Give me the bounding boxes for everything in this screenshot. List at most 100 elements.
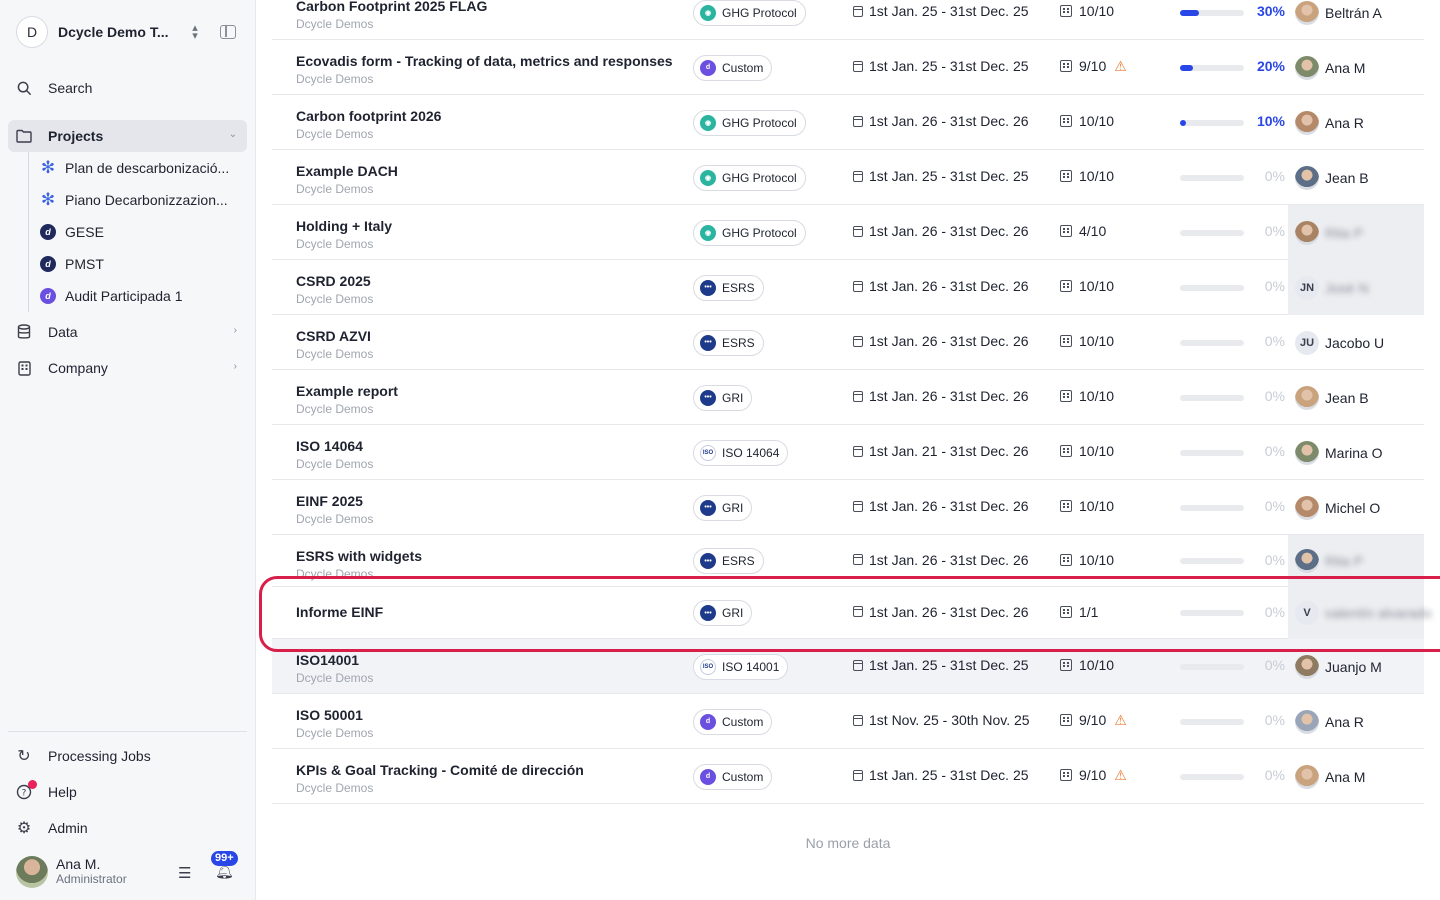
chevron-down-icon[interactable]: ⌄ (229, 129, 237, 140)
snowflake-icon: ✻ (40, 190, 56, 209)
project-name-cell: CSRD 2025 Dcycle Demos (296, 273, 373, 306)
owner-cell[interactable]: Marina O (1288, 425, 1424, 480)
table-row[interactable]: Example DACH Dcycle Demos ◉ GHG Protocol… (272, 150, 1424, 205)
calendar-icon (853, 390, 863, 402)
table-row[interactable]: ISO14001 Dcycle Demos ISO ISO 14001 1st … (272, 639, 1424, 694)
table-row[interactable]: ISO 14064 Dcycle Demos ISO ISO 14064 1st… (272, 425, 1424, 480)
table-row[interactable]: KPIs & Goal Tracking - Comité de direcci… (272, 749, 1424, 804)
project-title[interactable]: Ecovadis form - Tracking of data, metric… (296, 53, 673, 69)
owner-cell[interactable]: Rita P (1288, 205, 1424, 260)
nav-help[interactable]: ? Help (8, 776, 247, 808)
project-item[interactable]: d Audit Participada 1 (40, 280, 246, 312)
progress-fill (1180, 119, 1187, 126)
project-title[interactable]: Example DACH (296, 163, 398, 179)
calendar-icon (853, 115, 863, 127)
owner-cell[interactable]: Ana R (1288, 694, 1424, 749)
project-organization: Dcycle Demos (296, 402, 374, 416)
project-title[interactable]: ESRS with widgets (296, 548, 422, 564)
workspace-avatar: D (16, 16, 48, 48)
owner-avatar (1295, 764, 1319, 789)
period-text: 1st Jan. 25 - 31st Dec. 25 (869, 168, 1029, 184)
progress-percent: 30% (1256, 3, 1285, 19)
nav-projects[interactable]: Projects ⌄ (8, 120, 247, 152)
owner-name: José N (1325, 279, 1369, 296)
table-row[interactable]: Holding + Italy Dcycle Demos ◉ GHG Proto… (272, 205, 1424, 260)
project-item-label: Audit Participada 1 (65, 288, 183, 304)
owner-cell[interactable]: Rita P (1288, 535, 1424, 587)
nav-admin[interactable]: ⚙ Admin (8, 812, 247, 844)
progress-percent: 0% (1264, 278, 1285, 294)
chevron-right-icon[interactable]: › (234, 325, 237, 336)
settings-sliders-icon[interactable]: ☰ (178, 864, 191, 882)
table-row[interactable]: ESRS with widgets Dcycle Demos ••• ESRS … (272, 535, 1424, 587)
owner-cell[interactable]: Ana M (1288, 40, 1424, 95)
table-row[interactable]: Carbon Footprint 2025 FLAG Dcycle Demos … (272, 0, 1424, 40)
nav-search[interactable]: Search (8, 72, 247, 104)
project-title[interactable]: Carbon footprint 2026 (296, 108, 441, 124)
project-title[interactable]: Example report (296, 383, 398, 399)
owner-cell[interactable]: Jean B (1288, 150, 1424, 205)
owner-cell[interactable]: Beltrán A (1288, 0, 1424, 40)
project-title[interactable]: Holding + Italy (296, 218, 392, 234)
period-text: 1st Jan. 25 - 31st Dec. 25 (869, 3, 1029, 19)
project-title[interactable]: KPIs & Goal Tracking - Comité de direcci… (296, 762, 584, 778)
owner-avatar (1295, 385, 1319, 410)
building-icon (1060, 170, 1072, 182)
owner-name: Jean B (1325, 389, 1369, 406)
collapse-sidebar-icon[interactable] (220, 25, 236, 39)
project-title[interactable]: Informe EINF (296, 604, 383, 620)
project-item[interactable]: d PMST (40, 248, 246, 280)
owner-cell[interactable]: Juanjo M (1288, 639, 1424, 694)
chevron-up-down-icon[interactable]: ▴ ▾ (186, 23, 204, 42)
owner-cell[interactable]: Jean B (1288, 370, 1424, 425)
owner-avatar (1295, 55, 1319, 80)
user-profile[interactable]: Ana M. Administrator ☰ 🔔︎ 99+ (16, 851, 248, 888)
framework-label: Custom (722, 714, 764, 729)
chevron-right-icon[interactable]: › (234, 361, 237, 372)
project-title[interactable]: CSRD AZVI (296, 328, 373, 344)
calendar-icon (853, 606, 863, 617)
project-title[interactable]: ISO14001 (296, 652, 373, 668)
owner-cell[interactable]: Ana R (1288, 95, 1424, 150)
esrs-icon: ••• (700, 279, 716, 296)
owner-name: Beltrán A (1325, 4, 1382, 21)
owner-cell[interactable]: JN José N (1288, 260, 1424, 315)
calendar-icon (853, 445, 863, 457)
project-item[interactable]: d GESE (40, 216, 246, 248)
table-row[interactable]: Ecovadis form - Tracking of data, metric… (272, 40, 1424, 95)
project-item-label: GESE (65, 224, 104, 240)
workspace-switcher[interactable]: D Dcycle Demo T... ▴ ▾ (16, 16, 248, 48)
nav-processing-jobs[interactable]: ↻ Processing Jobs (8, 740, 247, 772)
completion-count: 10/10 (1079, 168, 1115, 184)
nav-company[interactable]: Company › (8, 352, 247, 384)
progress-percent: 0% (1264, 333, 1285, 349)
owner-avatar (1295, 0, 1319, 25)
completion-count-cell: 10/10 (1060, 657, 1114, 673)
table-row[interactable]: CSRD 2025 Dcycle Demos ••• ESRS 1st Jan.… (272, 260, 1424, 315)
project-item[interactable]: ✻ Piano Decarbonizzazion... (40, 184, 246, 216)
nav-data[interactable]: Data › (8, 316, 247, 348)
owner-cell[interactable]: JU Jacobo U (1288, 315, 1424, 370)
project-item[interactable]: ✻ Plan de descarbonizació... (40, 152, 246, 184)
table-row[interactable]: Carbon footprint 2026 Dcycle Demos ◉ GHG… (272, 95, 1424, 150)
table-row[interactable]: EINF 2025 Dcycle Demos ••• GRI 1st Jan. … (272, 480, 1424, 535)
framework-label: ESRS (722, 280, 755, 295)
owner-avatar (1295, 495, 1319, 520)
project-title[interactable]: ISO 14064 (296, 438, 373, 454)
project-title[interactable]: ISO 50001 (296, 707, 373, 723)
table-row[interactable]: CSRD AZVI Dcycle Demos ••• ESRS 1st Jan.… (272, 315, 1424, 370)
table-row[interactable]: ISO 50001 Dcycle Demos d Custom 1st Nov.… (272, 694, 1424, 749)
project-title[interactable]: CSRD 2025 (296, 273, 373, 289)
gri-icon: ••• (700, 605, 716, 621)
owner-cell[interactable]: V valentín alvarado (1288, 587, 1432, 639)
owner-cell[interactable]: Michel O (1288, 480, 1424, 535)
project-title[interactable]: Carbon Footprint 2025 FLAG (296, 0, 487, 14)
table-row[interactable]: Informe EINF ••• GRI 1st Jan. 26 - 31st … (272, 587, 1432, 639)
completion-count-cell: 4/10 (1060, 223, 1106, 239)
framework-label: GHG Protocol (722, 5, 797, 20)
owner-cell[interactable]: Ana M (1288, 749, 1424, 804)
progress-bar (1180, 663, 1244, 670)
table-row[interactable]: Example report Dcycle Demos ••• GRI 1st … (272, 370, 1424, 425)
progress-percent: 0% (1264, 603, 1285, 620)
project-title[interactable]: EINF 2025 (296, 493, 373, 509)
